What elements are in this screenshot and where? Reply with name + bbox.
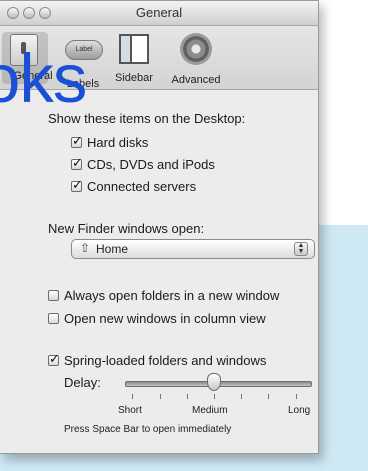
slider-tick <box>160 394 161 399</box>
slider-long-label: Long <box>288 405 311 416</box>
popup-arrows-icon: ▲ ▼ <box>294 242 308 256</box>
home-icon: ⇧ <box>80 241 91 255</box>
tab-sidebar[interactable]: Sidebar <box>103 32 165 84</box>
space-bar-hint: Press Space Bar to open immediately <box>64 424 232 435</box>
column-view-checkbox[interactable] <box>48 313 59 324</box>
titlebar: General <box>0 1 318 26</box>
always-open-new-window-option[interactable]: Always open folders in a new window <box>48 288 279 303</box>
connected-servers-label: Connected servers <box>87 179 197 194</box>
slider-tick <box>296 394 297 399</box>
cds-dvds-ipods-checkbox[interactable] <box>71 155 83 171</box>
slider-short-label: Short <box>118 405 142 416</box>
sidebar-icon <box>119 34 149 64</box>
slider-tick <box>241 394 242 399</box>
connected-servers-checkbox[interactable] <box>71 177 83 193</box>
delay-slider-knob[interactable] <box>207 373 221 391</box>
slider-tick <box>214 394 215 399</box>
tab-advanced[interactable]: Advanced <box>165 32 227 86</box>
column-view-label: Open new windows in column view <box>64 311 266 326</box>
spring-loaded-label: Spring-loaded folders and windows <box>64 353 267 368</box>
delay-label: Delay: <box>64 375 101 390</box>
cds-dvds-ipods-label: CDs, DVDs and iPods <box>87 157 215 172</box>
new-window-location-popup[interactable]: ⇧ Home ▲ ▼ <box>71 239 315 259</box>
slider-tick <box>187 394 188 399</box>
tab-sidebar-label: Sidebar <box>115 72 153 84</box>
hard-disks-checkbox[interactable] <box>71 133 83 149</box>
gear-icon <box>183 36 209 62</box>
always-open-new-window-label: Always open folders in a new window <box>64 288 280 303</box>
hard-disks-label: Hard disks <box>87 135 149 150</box>
slider-tick <box>132 394 133 399</box>
column-view-option[interactable]: Open new windows in column view <box>48 311 266 326</box>
always-open-new-window-checkbox[interactable] <box>48 290 59 301</box>
cds-dvds-ipods-option[interactable]: CDs, DVDs and iPods <box>71 155 215 172</box>
hard-disks-option[interactable]: Hard disks <box>71 133 149 150</box>
tab-advanced-label: Advanced <box>171 74 221 86</box>
overlay-text: oks <box>0 40 87 117</box>
popup-selected-value: Home <box>96 242 129 256</box>
new-finder-windows-heading: New Finder windows open: <box>48 221 205 236</box>
slider-medium-label: Medium <box>192 405 228 416</box>
window-title: General <box>135 5 183 20</box>
spring-loaded-checkbox[interactable] <box>48 351 60 367</box>
spring-loaded-option[interactable]: Spring-loaded folders and windows <box>48 351 267 368</box>
slider-tick <box>268 394 269 399</box>
connected-servers-option[interactable]: Connected servers <box>71 177 197 194</box>
